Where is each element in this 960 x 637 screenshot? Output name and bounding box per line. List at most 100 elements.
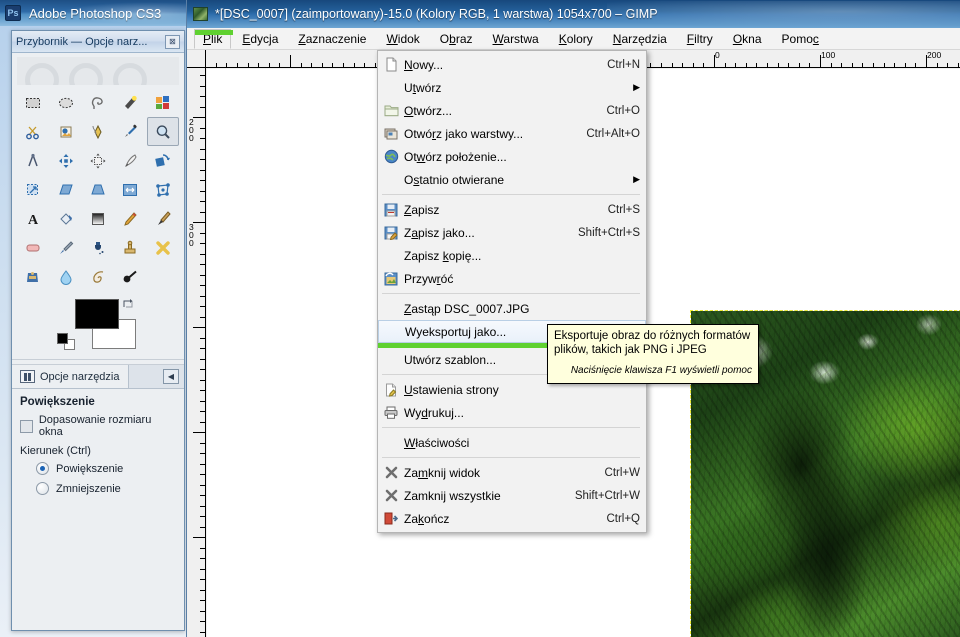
menu-zapisz[interactable]: Zapisz Ctrl+S [378, 198, 646, 221]
scale-tool[interactable] [17, 175, 49, 204]
ruler-label: 200 [189, 117, 194, 143]
tab-tool-options[interactable]: Opcje narzędzia [12, 365, 129, 388]
stamp-tool[interactable] [49, 117, 81, 146]
menu-plik[interactable]: Plik [194, 28, 233, 49]
path-pen-tool[interactable] [82, 117, 114, 146]
menu-zapisz-kopie[interactable]: Zapisz kopię... [378, 244, 646, 267]
swap-colors-icon[interactable] [121, 297, 135, 311]
radio-zoom-in[interactable] [36, 462, 49, 475]
menu-utworz[interactable]: Utwórz ▶ [378, 76, 646, 99]
cage-transform-tool[interactable] [147, 175, 179, 204]
menu-zapisz-jako-label: Zapisz jako... [404, 225, 475, 240]
bucket-fill-tool[interactable] [49, 204, 81, 233]
heal-tool[interactable] [147, 233, 179, 262]
eyedropper-tool[interactable] [114, 117, 146, 146]
resize-window-checkbox[interactable] [20, 419, 33, 433]
submenu-arrow-icon: ▶ [633, 82, 640, 92]
menu-ostatnio-otwierane[interactable]: Ostatnio otwierane ▶ [378, 168, 646, 191]
smudge-tool[interactable] [82, 262, 114, 291]
toolbox-banner [17, 57, 179, 85]
ruler-minor-tick [200, 631, 205, 633]
menu-otworz[interactable]: Otwórz... Ctrl+O [378, 99, 646, 122]
menu-zapisz-jako[interactable]: Zapisz jako... Shift+Ctrl+S [378, 221, 646, 244]
menu-otworz-polozenie-label: Otwórz położenie... [404, 149, 507, 164]
perspective-tool[interactable] [82, 175, 114, 204]
ruler-label: 0 [715, 50, 720, 60]
lasso-tool[interactable] [82, 88, 114, 117]
option-resize-window-row[interactable]: Dopasowanie rozmiaru okna [20, 414, 176, 438]
menu-pomoc[interactable]: Pomoc [773, 29, 828, 49]
rotate-tool[interactable] [147, 146, 179, 175]
ruler-minor-tick [200, 243, 205, 244]
menu-zapisz-label: Zapisz [404, 202, 440, 217]
close-icon[interactable]: ⊠ [165, 34, 180, 49]
menu-nowy[interactable]: Nowy... Ctrl+N [378, 53, 646, 76]
menu-narzedzia[interactable]: Narzędzia [604, 29, 676, 49]
menu-zastap[interactable]: Zastąp DSC_0007.JPG [378, 297, 646, 320]
text-tool[interactable]: A [17, 204, 49, 233]
ink-pen-tool[interactable] [114, 146, 146, 175]
menu-zamknij-wszystkie[interactable]: Zamknij wszystkie Shift+Ctrl+W [378, 484, 646, 507]
quit-icon [378, 512, 404, 525]
ruler-minor-tick [692, 63, 694, 67]
menu-obraz[interactable]: Obraz [431, 29, 482, 49]
magic-wand-tool[interactable] [114, 88, 146, 117]
ruler-minor-tick [777, 63, 779, 67]
menu-widok[interactable]: Widok [377, 29, 428, 49]
airbrush-tool[interactable] [49, 233, 81, 262]
menu-zaznaczenie[interactable]: Zaznaczenie [289, 29, 375, 49]
ruler-minor-tick [200, 558, 205, 559]
clone-tool[interactable] [114, 233, 146, 262]
radio-zoom-out-row[interactable]: Zmniejszenie [36, 482, 176, 495]
toolbox-titlebar[interactable]: Przybornik — Opcje narz... ⊠ [12, 31, 184, 53]
menu-otworz-polozenie[interactable]: Otwórz położenie... [378, 145, 646, 168]
shear-tool[interactable] [49, 175, 81, 204]
menu-zakoncz[interactable]: Zakończ Ctrl+Q [378, 507, 646, 530]
ink-tool[interactable] [82, 233, 114, 262]
menu-filtry[interactable]: Filtry [678, 29, 722, 49]
dodge-burn-tool[interactable] [114, 262, 146, 291]
elliptical-marquee-tool[interactable] [49, 88, 81, 117]
menu-zamknij-widok[interactable]: Zamknij widok Ctrl+W [378, 461, 646, 484]
zoom-tool[interactable] [146, 117, 179, 146]
menu-kolory[interactable]: Kolory [550, 29, 602, 49]
measure-tool[interactable] [17, 146, 49, 175]
pencil-tool[interactable] [114, 204, 146, 233]
menu-wlasciwosci[interactable]: Właściwości [378, 431, 646, 454]
ruler-corner[interactable] [187, 50, 206, 68]
ruler-minor-tick [200, 495, 205, 496]
radio-zoom-in-row[interactable]: Powiększenie [36, 462, 176, 475]
ruler-minor-tick [745, 63, 747, 67]
radio-zoom-out[interactable] [36, 482, 49, 495]
default-colors-black-icon[interactable] [57, 333, 68, 344]
direction-label: Kierunek (Ctrl) [20, 445, 91, 457]
foreground-color-swatch[interactable] [75, 299, 119, 329]
gradient-tool[interactable] [82, 204, 114, 233]
menu-przywroc[interactable]: Przywróć [378, 267, 646, 290]
menu-edycja[interactable]: Edycja [233, 29, 287, 49]
ruler-minor-tick [200, 201, 205, 202]
ruler-minor-tick [200, 348, 205, 349]
ruler-minor-tick [200, 421, 205, 423]
menu-wydrukuj[interactable]: Wydrukuj... [378, 401, 646, 424]
crop-slice-tool[interactable] [147, 88, 179, 117]
ruler-minor-tick [200, 106, 205, 108]
perspective-clone-tool[interactable] [17, 262, 49, 291]
blur-sharpen-tool[interactable] [49, 262, 81, 291]
vertical-ruler[interactable]: 200 300 [187, 68, 206, 637]
collapse-dock-button[interactable]: ◀ [163, 369, 179, 384]
eraser-tool[interactable] [17, 233, 49, 262]
menu-warstwa[interactable]: Warstwa [484, 29, 548, 49]
ruler-minor-tick [735, 63, 737, 67]
gimp-titlebar[interactable]: *[DSC_0007] (zaimportowany)-15.0 (Kolory… [187, 0, 960, 28]
align-tool[interactable] [82, 146, 114, 175]
flip-tool[interactable] [114, 175, 146, 204]
menu-okna[interactable]: Okna [724, 29, 771, 49]
scissors-tool[interactable] [17, 117, 49, 146]
menu-otworz-jako-warstwy[interactable]: Otwórz jako warstwy... Ctrl+Alt+O [378, 122, 646, 145]
paintbrush-tool[interactable] [147, 204, 179, 233]
move-tool[interactable] [49, 146, 81, 175]
rectangular-marquee-tool[interactable] [17, 88, 49, 117]
file-menu-popup: Nowy... Ctrl+N Utwórz ▶ Otwórz... Ctrl+O… [377, 50, 647, 533]
ruler-minor-tick [788, 63, 790, 67]
